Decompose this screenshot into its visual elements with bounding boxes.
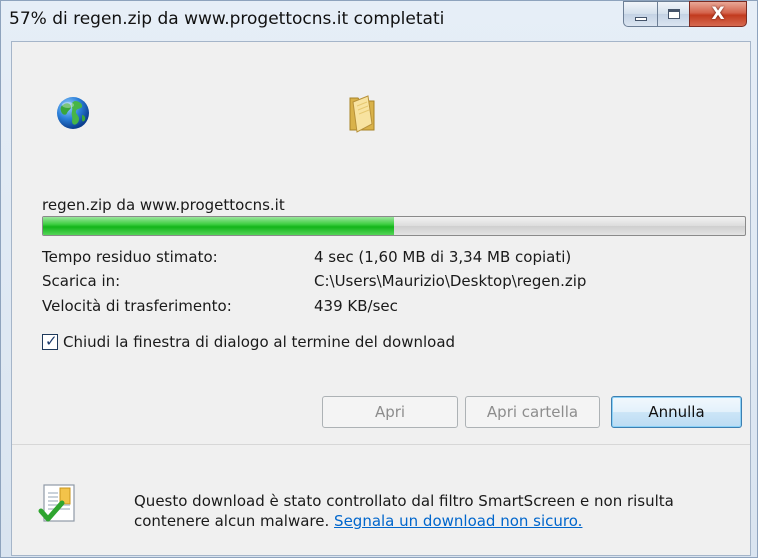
download-progress-bar [42,216,746,236]
minimize-icon [634,17,647,21]
transfer-rate-value: 439 KB/sec [314,297,398,315]
cancel-button[interactable]: Annulla [611,396,742,428]
shield-check-icon [38,484,75,522]
smartscreen-footer: Questo download è stato controllato dal … [12,444,750,555]
time-remaining-label: Tempo residuo stimato: [42,248,218,266]
folder-icon [349,95,375,133]
dialog-body: regen.zip da www.progettocns.it Tempo re… [11,41,751,556]
close-on-complete-option[interactable]: ✓ Chiudi la finestra di dialogo al termi… [42,332,455,351]
maximize-button[interactable] [657,1,689,27]
download-panel: regen.zip da www.progettocns.it Tempo re… [12,42,750,444]
file-source-label: regen.zip da www.progettocns.it [42,196,285,214]
title-bar[interactable]: 57% di regen.zip da www.progettocns.it c… [1,1,758,41]
time-remaining-value: 4 sec (1,60 MB di 3,34 MB copiati) [314,248,572,266]
window-title: 57% di regen.zip da www.progettocns.it c… [9,9,445,29]
open-folder-button[interactable]: Apri cartella [465,396,600,428]
maximize-icon [667,9,680,19]
close-button[interactable]: X [689,1,747,27]
open-button[interactable]: Apri [322,396,458,428]
report-unsafe-download-link[interactable]: Segnala un download non sicuro. [334,512,582,530]
close-icon: X [711,4,725,24]
minimize-button[interactable] [623,1,657,27]
close-on-complete-checkbox[interactable]: ✓ [42,332,58,350]
globe-icon [57,97,89,129]
transfer-rate-label: Velocità di trasferimento: [42,297,232,315]
progress-fill [43,217,394,235]
download-to-label: Scarica in: [42,272,121,290]
close-on-complete-label[interactable]: Chiudi la finestra di dialogo al termine… [63,333,455,351]
checkmark-icon: ✓ [45,332,58,350]
download-dialog: 57% di regen.zip da www.progettocns.it c… [0,0,758,558]
smartscreen-message: Questo download è stato controllato dal … [134,491,734,531]
download-to-value: C:\Users\Maurizio\Desktop\regen.zip [314,272,587,290]
caption-buttons: X [623,1,747,41]
